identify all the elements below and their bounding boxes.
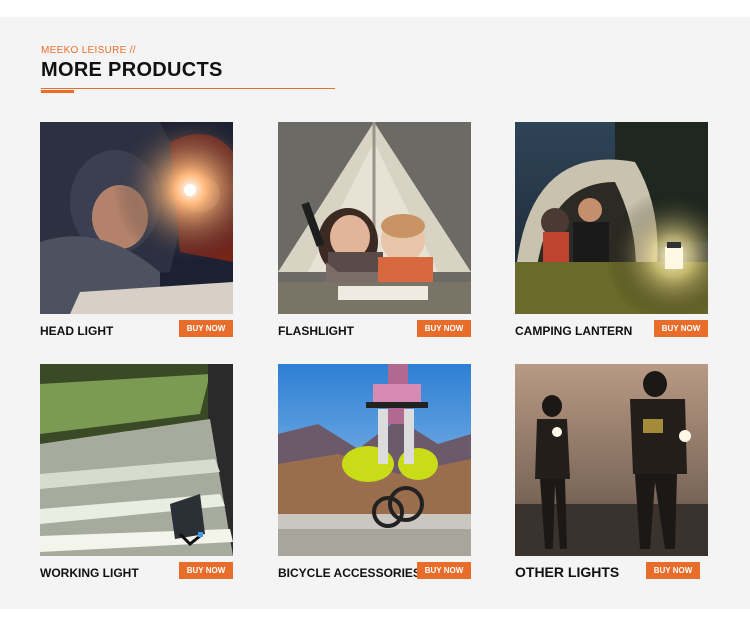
buy-now-button[interactable]: BUY NOW [179, 562, 233, 579]
buy-now-button[interactable]: BUY NOW [179, 320, 233, 337]
bicycle-accessories-photo[interactable] [278, 364, 471, 556]
title-divider [41, 88, 335, 89]
other-lights-photo[interactable] [515, 364, 708, 556]
product-card-camping-lantern[interactable]: CAMPING LANTERN BUY NOW [515, 122, 708, 342]
flashlight-photo[interactable] [278, 122, 471, 314]
product-label: BICYCLE ACCESSORIES [278, 566, 421, 580]
section-title: MORE PRODUCTS [41, 59, 223, 81]
title-accent-bar [41, 90, 74, 93]
buy-now-button[interactable]: BUY NOW [417, 320, 471, 337]
product-card-head-light[interactable]: HEAD LIGHT BUY NOW [40, 122, 233, 342]
product-label: WORKING LIGHT [40, 566, 139, 580]
head-light-photo[interactable] [40, 122, 233, 314]
working-light-photo[interactable] [40, 364, 233, 556]
camping-lantern-photo[interactable] [515, 122, 708, 314]
buy-now-button[interactable]: BUY NOW [646, 562, 700, 579]
product-card-working-light[interactable]: WORKING LIGHT BUY NOW [40, 364, 233, 584]
product-card-other-lights[interactable]: OTHER LIGHTS BUY NOW [515, 364, 708, 584]
product-card-bicycle-accessories[interactable]: BICYCLE ACCESSORIES BUY NOW [278, 364, 471, 584]
product-label: HEAD LIGHT [40, 324, 114, 338]
buy-now-button[interactable]: BUY NOW [654, 320, 708, 337]
brand-eyebrow: MEEKO LEISURE // [41, 45, 136, 56]
product-label: OTHER LIGHTS [515, 564, 620, 580]
product-label: FLASHLIGHT [278, 324, 354, 338]
product-label: CAMPING LANTERN [515, 324, 633, 338]
buy-now-button[interactable]: BUY NOW [417, 562, 471, 579]
product-card-flashlight[interactable]: FLASHLIGHT BUY NOW [278, 122, 471, 342]
